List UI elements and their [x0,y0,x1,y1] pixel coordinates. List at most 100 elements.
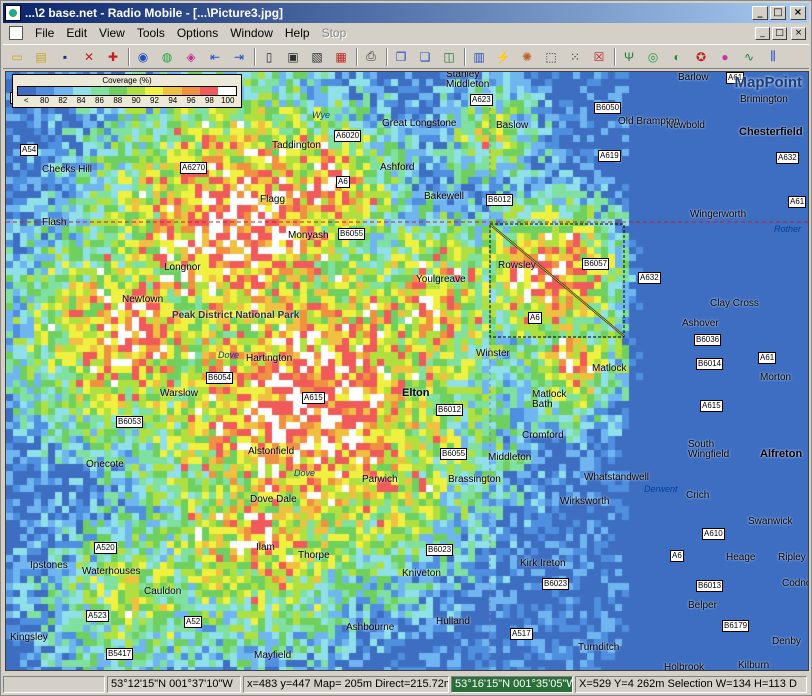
legend-swatch [181,87,200,95]
open-icon[interactable]: ▤ [31,47,51,67]
menu-edit[interactable]: Edit [60,26,93,40]
road-shield: B6179 [722,620,750,632]
toolbar-separator [254,47,256,66]
maximize-button[interactable]: □ [770,6,786,20]
place-label: Middleton [488,452,532,463]
coverage-icon[interactable]: ✺ [517,47,537,67]
spectrum-icon[interactable]: ⫼ [763,47,783,67]
place-label: Turnditch [578,642,620,653]
place-label: Flash [42,217,67,228]
title-bar[interactable]: ...\2 base.net - Radio Mobile - [...\Pic… [3,3,809,23]
river-label: Wye [312,110,330,120]
road-shield: B6012 [486,194,514,206]
link-line-highlight [491,225,625,337]
picture-icon[interactable]: ▯ [259,47,279,67]
mdi-minimize-button[interactable]: _ [755,26,770,40]
export-icon[interactable]: ◫ [439,47,459,67]
road-shield: A54 [20,144,39,156]
legend-swatch [217,87,237,95]
mdi-restore-button[interactable]: □ [772,26,787,40]
status-cursor-info: x=483 y=447 Map= 205m Direct=215.72m [243,675,449,693]
paste-icon[interactable]: ❏ [415,47,435,67]
print-icon[interactable]: ⎙ [361,47,381,67]
road-shield: A632 [776,152,799,164]
legend-labels: <80 82 84 86 88 90 92 94 96 98 100 [17,96,237,106]
legend-swatch [90,87,109,95]
road-shield: B6036 [694,334,722,346]
road-shield: A61 [788,196,807,208]
place-label: Onecote [86,459,124,470]
radio-link-icon[interactable]: ⚡ [493,47,513,67]
legend-swatch [36,87,55,95]
place-label: Warslow [160,388,198,399]
river-label: Dove [218,350,240,360]
place-label: Thorpe [298,550,330,561]
menu-view[interactable]: View [93,26,131,40]
close-button[interactable]: × [790,6,806,20]
status-selection-info: X=529 Y=4 262m Selection W=134 H=113 D [575,675,807,693]
place-label: Ipstones [30,560,68,571]
menu-help[interactable]: Help [279,26,316,40]
legend-swatch [127,87,146,95]
legend-swatch [54,87,73,95]
mdi-close-button[interactable]: × [791,26,806,40]
road-shield: A623 [470,94,493,106]
select-icon[interactable]: ⬚ [541,47,561,67]
color-icon[interactable]: ◈ [181,47,201,67]
radio-mobile-icon[interactable] [5,5,21,21]
signal-icon[interactable]: ∿ [739,47,759,67]
road-shield: A619 [598,150,621,162]
new-icon[interactable]: ▭ [7,47,27,67]
toolbar-separator [386,47,388,66]
road-shield: A517 [510,628,533,640]
legend-label: 92 [150,96,159,105]
place-label: South Wingfield [688,439,730,460]
window-icon[interactable]: ▥ [469,47,489,67]
place-label: Matlock Bath [532,389,567,410]
menu-stop[interactable]: Stop [316,26,353,40]
menu-tools[interactable]: Tools [131,26,171,40]
grid-icon[interactable]: ⁙ [565,47,585,67]
road-shield: B6057 [582,258,610,270]
place-label: Youlgreave [416,274,466,285]
map-view[interactable]: Stanley Middleton Barlow Brimington Old Bra… [5,71,809,671]
place-label: Crich [686,490,710,501]
place-label: Baslow [496,120,529,131]
place-label: Newbold [666,120,705,131]
legend-swatch [145,87,164,95]
menu-bar: File Edit View Tools Options Window Help Stop _… [3,24,809,42]
pdf-icon[interactable]: ▦ [331,47,351,67]
place-label: Ashford [380,162,415,173]
copy-icon[interactable]: ❐ [391,47,411,67]
internet-icon[interactable]: ◉ [133,47,153,67]
antenna-icon[interactable]: Ψ [619,47,639,67]
status-bar: 53°12'15"N 001°37'10"W x=483 y=447 Map= … [3,674,809,694]
menu-options[interactable]: Options [171,26,224,40]
status-selection-coords: 53°16'15"N 001°35'05"W [451,675,573,693]
place-label: Kilburn [738,660,770,671]
place-label: Barlow [678,72,709,83]
place-label: Cauldon [144,586,182,597]
globe-icon[interactable]: ◐ [667,47,687,67]
road-shield: B6013 [696,580,724,592]
minimize-button[interactable]: _ [752,6,768,20]
arrow-left-icon[interactable]: ⇤ [205,47,225,67]
picture-edit-icon[interactable]: ▧ [307,47,327,67]
place-label: Hartington [246,353,293,364]
coverage-legend: Coverage (%) <80 82 84 86 88 90 92 94 96 98 100 [12,74,242,108]
units-icon[interactable]: ✚ [103,47,123,67]
radar-icon[interactable]: ◎ [643,47,663,67]
arrow-right-icon[interactable]: ⇥ [229,47,249,67]
elevation-icon[interactable]: ◍ [157,47,177,67]
legend-label: 86 [95,96,104,105]
clear-icon[interactable]: ☒ [589,47,609,67]
network-icon[interactable]: ✕ [79,47,99,67]
menu-window[interactable]: Window [224,26,279,40]
save-icon[interactable]: ▪ [55,47,75,67]
menu-file[interactable]: File [29,26,60,40]
legend-label: 82 [58,96,68,105]
palette-icon[interactable]: ● [715,47,735,67]
compass-icon[interactable]: ✪ [691,47,711,67]
document-icon[interactable] [9,26,23,40]
picture-props-icon[interactable]: ▣ [283,47,303,67]
